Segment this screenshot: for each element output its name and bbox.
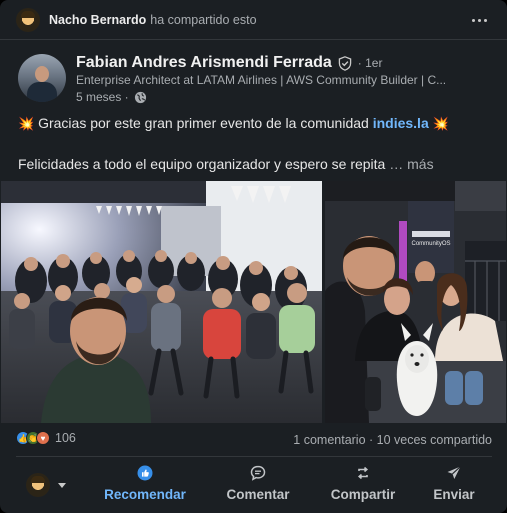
action-bar: Recomendar Comentar Compartir Enviar <box>0 461 507 511</box>
author-name[interactable]: Fabian Andres Arismendi Ferrada <box>76 54 332 72</box>
author-avatar[interactable] <box>18 54 66 102</box>
like-label: Recomendar <box>104 487 186 502</box>
group-photo: CommunityOS <box>325 181 506 423</box>
burst-emoji-icon: 💥 <box>18 116 35 131</box>
globe-icon <box>134 91 146 103</box>
social-counts: 👍 👏 ♥ 106 1 comentario · 10 veces compar… <box>16 430 492 450</box>
post-text-line-1: 💥 Gracias por este gran primer evento de… <box>18 115 449 132</box>
post-image-audience[interactable] <box>1 181 322 423</box>
send-button[interactable]: Enviar <box>428 465 480 507</box>
post-text-line-2: Felicidades a todo el equipo organizador… <box>18 156 434 172</box>
author-headline: Enterprise Architect at LATAM Airlines |… <box>76 73 447 87</box>
post-timestamp: 5 meses · <box>76 90 147 104</box>
sharer-name[interactable]: Nacho Bernardo <box>49 13 146 27</box>
comment-label: Comentar <box>226 487 290 502</box>
post-image-group[interactable]: CommunityOS <box>325 181 506 423</box>
see-more-link[interactable]: … más <box>389 156 433 172</box>
burst-emoji-icon: 💥 <box>432 116 449 131</box>
shared-by-header: Nacho Bernardo ha compartido esto <box>0 0 507 40</box>
author-name-row: Fabian Andres Arismendi Ferrada · 1er <box>76 54 382 72</box>
feed-post-card: Nacho Bernardo ha compartido esto Fabian… <box>0 0 507 513</box>
reactions-summary[interactable]: 👍 👏 ♥ 106 <box>16 431 76 445</box>
comment-icon <box>250 465 266 481</box>
post-text-secondary: Felicidades a todo el equipo organizador… <box>18 156 386 172</box>
chevron-down-icon <box>58 482 66 488</box>
comments-shares-summary: 1 comentario · 10 veces compartido <box>293 433 492 447</box>
send-icon <box>447 466 461 479</box>
actor-switcher[interactable] <box>26 473 66 497</box>
like-button[interactable]: Recomendar <box>102 465 188 507</box>
verified-badge-icon <box>338 55 352 71</box>
banner-text: CommunityOS <box>411 241 450 247</box>
repost-icon <box>357 466 369 480</box>
post-time: 5 meses · <box>76 90 129 104</box>
post-text-main: Gracias por este gran primer evento de l… <box>38 115 369 131</box>
shared-action-text: ha compartido esto <box>150 12 257 27</box>
more-options-icon[interactable] <box>467 9 491 31</box>
post-author: Fabian Andres Arismendi Ferrada · 1er En… <box>18 54 488 106</box>
audience-photo <box>1 181 322 423</box>
shares-count-link[interactable]: 10 veces compartido <box>377 433 492 447</box>
love-reaction-icon: ♥ <box>36 431 50 445</box>
comments-count-link[interactable]: 1 comentario <box>293 433 365 447</box>
connection-degree: · 1er <box>357 56 383 70</box>
sharer-avatar[interactable] <box>16 7 40 32</box>
divider <box>16 456 492 457</box>
send-label: Enviar <box>433 487 475 502</box>
repost-button[interactable]: Compartir <box>327 465 399 507</box>
comment-button[interactable]: Comentar <box>222 465 294 507</box>
community-link[interactable]: indies.la <box>373 115 429 131</box>
like-icon <box>137 465 153 481</box>
repost-label: Compartir <box>330 487 396 502</box>
counts-separator: · <box>365 433 377 447</box>
reaction-count: 106 <box>55 431 76 445</box>
actor-avatar <box>26 473 50 497</box>
